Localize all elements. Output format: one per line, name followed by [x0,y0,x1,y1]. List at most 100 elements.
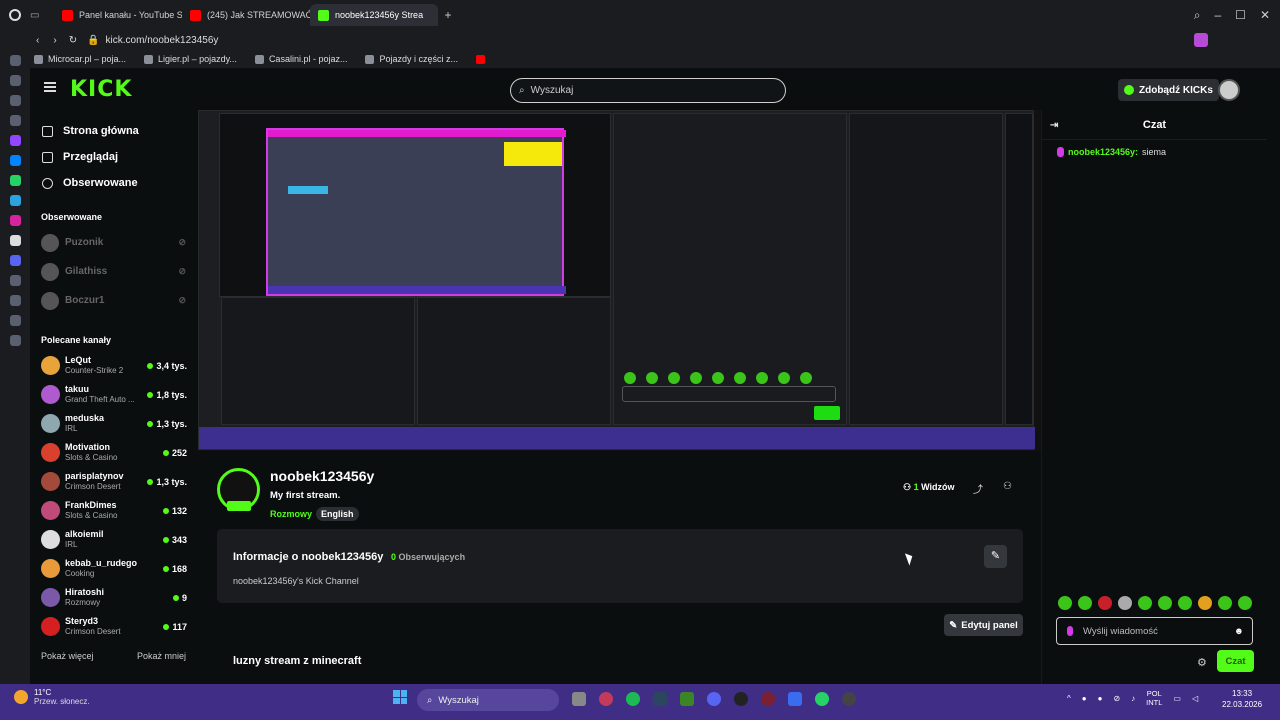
emote-icon[interactable] [1118,596,1132,610]
follow-icon[interactable]: ⚇ [1003,481,1013,492]
search-tabs-icon[interactable]: ⌕ [1194,8,1201,23]
steam-icon[interactable] [653,692,667,706]
bookmark-item[interactable]: Pojazdy i części z... [365,54,458,64]
channel-name[interactable]: noobek123456y [270,468,374,484]
start-menu-icon[interactable] [393,690,407,704]
emote-icon[interactable] [1058,596,1072,610]
whatsapp-icon[interactable] [815,692,829,706]
browser-tab-3[interactable]: noobek123456y Strea [310,4,438,26]
edit-about-button[interactable]: ✎ [984,545,1007,568]
workspaces-icon[interactable]: ▭ [30,10,54,21]
messenger-icon[interactable] [9,155,21,166]
edit-panel-button[interactable]: ✎ Edytuj panel [944,614,1023,636]
chat-username[interactable]: noobek123456y: [1068,147,1138,157]
collapse-chat-icon[interactable]: ⇥ [1050,120,1058,131]
settings-icon[interactable] [9,335,21,346]
reload-icon[interactable]: ↻ [69,35,77,46]
volume-icon[interactable]: ◁ [1192,694,1198,703]
whatsapp-icon[interactable] [9,175,21,186]
taskbar-search[interactable]: ⌕ Wyszukaj [417,689,559,711]
minecraft-icon[interactable] [680,692,694,706]
extensions-icon[interactable] [9,115,21,126]
video-player[interactable] [198,110,1041,451]
user-avatar[interactable] [1218,79,1240,101]
recommended-channel[interactable]: Motivation Slots & Casino 252 [30,438,198,467]
recommended-channel[interactable]: FrankDimes Slots & Casino 132 [30,496,198,525]
discord-icon[interactable] [9,255,21,266]
spotify-icon[interactable] [626,692,640,706]
chevron-up-icon[interactable]: ^ [1067,694,1071,703]
tray-app-icon[interactable]: ● [1098,694,1103,703]
app-icon[interactable] [788,692,802,706]
kick-logo[interactable]: KICK [70,77,132,102]
nav-following[interactable]: Obserwowane [30,170,198,196]
recommended-channel[interactable]: parisplatynov Crimson Desert 1,3 tys. [30,467,198,496]
followed-channel[interactable]: Puzonik ⊘ [30,228,198,257]
recommended-channel[interactable]: Steryd3 Crimson Desert 117 [30,612,198,641]
app-icon[interactable] [842,692,856,706]
language-tag[interactable]: English [316,507,359,521]
opera-gx-icon[interactable] [599,692,613,706]
minimize-button[interactable]: – [1214,8,1221,23]
send-chat-button[interactable]: Czat [1217,650,1254,672]
telegram-icon[interactable] [9,195,21,206]
obs-icon[interactable] [734,692,748,706]
instagram-icon[interactable] [9,215,21,226]
close-button[interactable]: ✕ [1260,8,1270,23]
share-icon[interactable]: ⤴ [973,481,983,496]
recommended-channel[interactable]: Hiratoshi Rozmowy 9 [30,583,198,612]
twitch-icon[interactable] [9,135,21,146]
recommended-channel[interactable]: LeQut Counter-Strike 2 3,4 tys. [30,351,198,380]
menu-icon[interactable] [44,82,56,92]
taskbar-clock[interactable]: 13:33 22.03.2026 [1222,688,1262,710]
search-input[interactable]: ⌕ Wyszukaj [510,78,786,103]
profile-icon[interactable] [1194,33,1208,47]
emote-icon[interactable] [1158,596,1172,610]
emote-icon[interactable] [1078,596,1092,610]
maximize-button[interactable]: ☐ [1235,8,1246,23]
network-icon[interactable]: ▭ [1173,694,1181,703]
emote-icon[interactable] [1238,596,1252,610]
browser-tab-2[interactable]: (245) Jak STREAMOWAĆ [182,4,310,26]
emote-icon[interactable] [1198,596,1212,610]
nav-home[interactable]: Strona główna [30,118,198,144]
file-explorer-icon[interactable] [572,692,586,706]
emote-icon[interactable] [1138,596,1152,610]
weather-widget[interactable]: 11°C Przew. słonecz. [14,688,90,706]
aria-icon[interactable] [9,55,21,66]
opera-logo-icon[interactable] [0,9,30,21]
followed-channel[interactable]: Gilathiss ⊘ [30,257,198,286]
bluetooth-off-icon[interactable]: ⊘ [1113,694,1120,703]
url-field[interactable]: kick.com/noobek123456y [106,35,219,46]
emote-icon[interactable] [1218,596,1232,610]
forward-icon[interactable]: › [53,35,56,46]
input-language[interactable]: POL INTL [1146,689,1162,707]
show-less-link[interactable]: Pokaż mniej [137,651,186,661]
clock-icon[interactable] [9,295,21,306]
obs-active-icon[interactable] [761,692,775,706]
tray-app-icon[interactable]: ● [1082,694,1087,703]
recommended-channel[interactable]: alkoiemil IRL 343 [30,525,198,554]
back-icon[interactable]: ‹ [36,35,39,46]
bookmark-item[interactable]: Microcar.pl – poja... [34,54,126,64]
category-link[interactable]: Rozmowy [270,509,312,519]
bookmark-item[interactable]: Casalini.pl - pojaz... [254,54,347,64]
recommended-channel[interactable]: meduska IRL 1,3 tys. [30,409,198,438]
browser-tab-1[interactable]: Panel kanału - YouTube St [54,4,182,26]
new-tab-button[interactable]: + [438,8,458,22]
recommended-channel[interactable]: kebab_u_rudego Cooking 168 [30,554,198,583]
show-more-link[interactable]: Pokaż więcej [41,651,94,661]
followed-channel[interactable]: Boczur1 ⊘ [30,286,198,315]
bookmark-item[interactable] [476,54,486,64]
bookmark-item[interactable]: Ligier.pl – pojazdy... [144,54,237,64]
microphone-icon[interactable]: ♪ [1131,694,1135,703]
player-icon[interactable] [9,95,21,106]
get-kicks-button[interactable]: Zdobądź KICKs [1118,79,1219,101]
pinboard-icon[interactable] [9,75,21,86]
discord-icon[interactable] [707,692,721,706]
chat-settings-icon[interactable]: ⚙ [1197,656,1207,669]
emote-icon[interactable] [1178,596,1192,610]
chat-input[interactable]: Wyślij wiadomość ☻ [1056,617,1253,645]
x-icon[interactable] [9,235,21,246]
bookmarks-side-icon[interactable] [9,315,21,326]
